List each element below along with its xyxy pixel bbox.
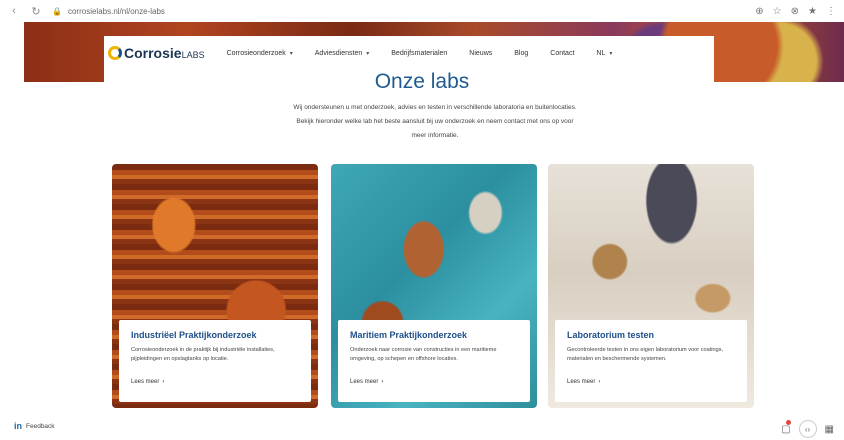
- main-navigation: CorrosieLABS Corrosieonderzoek ▾ Adviesdi…: [108, 38, 688, 68]
- chevron-down-icon: ▾: [609, 50, 613, 57]
- card-content: Industriëel Praktijkonderzoek Corrosieon…: [119, 320, 311, 402]
- card-title: Maritiem Praktijkonderzoek: [350, 330, 468, 340]
- read-more-link[interactable]: Lees meer ›: [131, 379, 301, 385]
- address-bar[interactable]: 🔒 corrosielabs.nl/nl/onze-labs: [52, 7, 165, 16]
- feedback-widget[interactable]: in Feedback: [14, 421, 55, 431]
- browser-actions: ⊕ ☆ ⊗ ★ ⋮: [755, 6, 836, 17]
- bookmark-star-icon[interactable]: ☆: [773, 6, 782, 17]
- extension-icon[interactable]: ⊗: [791, 6, 799, 17]
- zoom-icon[interactable]: ⊕: [755, 6, 763, 17]
- chevron-down-icon: ▾: [289, 50, 293, 57]
- chevron-right-icon: ›: [381, 379, 384, 385]
- card-title: Laboratorium testen: [567, 330, 655, 340]
- notification-dot: [786, 419, 792, 425]
- browser-toolbar: ‹ ↻ 🔒 corrosielabs.nl/nl/onze-labs ⊕ ☆ ⊗…: [0, 0, 844, 22]
- nav-item-nieuws[interactable]: Nieuws: [469, 50, 492, 57]
- chat-icon[interactable]: ▢: [781, 419, 792, 435]
- lock-icon: 🔒: [52, 6, 62, 16]
- intro-text: Wij ondersteunen u met onderzoek, advies…: [293, 104, 577, 139]
- nav-item-blog[interactable]: Blog: [514, 50, 528, 57]
- nav-item-contact[interactable]: Contact: [550, 50, 574, 57]
- card-title: Industriëel Praktijkonderzoek: [131, 330, 257, 340]
- card-content: Maritiem Praktijkonderzoek Onderzoek naa…: [338, 320, 530, 402]
- labs-card-grid: Industriëel Praktijkonderzoek Corrosieon…: [112, 164, 754, 408]
- read-more-link[interactable]: Lees meer ›: [567, 379, 737, 385]
- nav-item-corrosieonderzoek[interactable]: Corrosieonderzoek ▾: [227, 50, 293, 57]
- url-text: corrosielabs.nl/nl/onze-labs: [67, 6, 165, 16]
- lab-card-industrieel[interactable]: Industriëel Praktijkonderzoek Corrosieon…: [112, 164, 318, 408]
- read-more-link[interactable]: Lees meer ›: [350, 379, 520, 385]
- card-description: Corrosieonderzoek in de praktijk bij ind…: [131, 347, 275, 362]
- nav-item-adviesdiensten[interactable]: Adviesdiensten ▾: [315, 50, 370, 57]
- favorite-icon[interactable]: ★: [808, 6, 817, 17]
- code-icon[interactable]: ‹›: [798, 420, 817, 438]
- site-logo[interactable]: CorrosieLABS: [108, 45, 205, 61]
- lab-card-maritiem[interactable]: Maritiem Praktijkonderzoek Onderzoek naa…: [331, 164, 537, 408]
- chevron-right-icon: ›: [162, 379, 165, 385]
- chevron-down-icon: ▾: [366, 50, 370, 57]
- card-description: Onderzoek naar corrosie van constructies…: [350, 347, 497, 362]
- lab-card-laboratorium[interactable]: Laboratorium testen Gecontroleerde teste…: [548, 164, 754, 408]
- reload-icon[interactable]: ↻: [30, 5, 42, 18]
- logo-text: CorrosieLABS: [124, 45, 205, 61]
- back-arrow-icon[interactable]: ‹: [8, 5, 20, 17]
- feedback-label: Feedback: [26, 422, 55, 430]
- card-description: Gecontroleerde testen in ons eigen labor…: [567, 347, 724, 362]
- grid-icon[interactable]: ▦: [825, 424, 834, 435]
- language-selector[interactable]: NL ▾: [596, 50, 612, 57]
- card-content: Laboratorium testen Gecontroleerde teste…: [555, 320, 747, 402]
- more-menu-icon[interactable]: ⋮: [826, 6, 836, 17]
- floating-actions: ▢ ‹› ▦: [781, 419, 834, 438]
- logo-mark-icon: [108, 46, 122, 60]
- page-title: Onze labs: [374, 70, 470, 93]
- linkedin-icon: in: [14, 421, 22, 431]
- chevron-right-icon: ›: [598, 379, 601, 385]
- nav-item-bedrijfsmaterialen[interactable]: Bedrijfsmaterialen: [391, 50, 447, 57]
